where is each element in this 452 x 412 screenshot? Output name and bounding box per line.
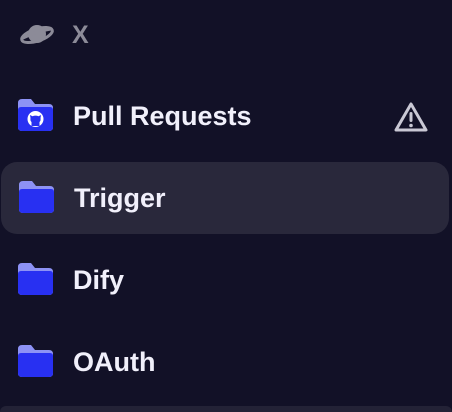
app-window: X Pull Requests Trigger Dify OAuth xyxy=(0,0,452,412)
tree-item-label: Pull Requests xyxy=(73,101,252,131)
planet-icon[interactable] xyxy=(19,20,55,50)
folder-icon xyxy=(18,345,53,377)
tree-item-dify[interactable]: Dify xyxy=(0,244,448,316)
next-item-edge xyxy=(0,406,452,412)
tree-item-label: OAuth xyxy=(73,347,156,377)
close-button[interactable]: X xyxy=(72,20,89,50)
tree-item-label: Trigger xyxy=(74,183,166,213)
tree-item-oauth[interactable]: OAuth xyxy=(0,326,448,398)
tree-item-label: Dify xyxy=(73,265,125,295)
github-folder-icon xyxy=(18,99,53,131)
folder-icon xyxy=(19,181,54,213)
warning-icon[interactable] xyxy=(393,101,429,133)
topbar: X xyxy=(0,0,452,72)
folder-icon xyxy=(18,263,53,295)
tree-item-trigger[interactable]: Trigger xyxy=(1,162,449,234)
tree-item-pull-requests[interactable]: Pull Requests xyxy=(0,80,448,152)
